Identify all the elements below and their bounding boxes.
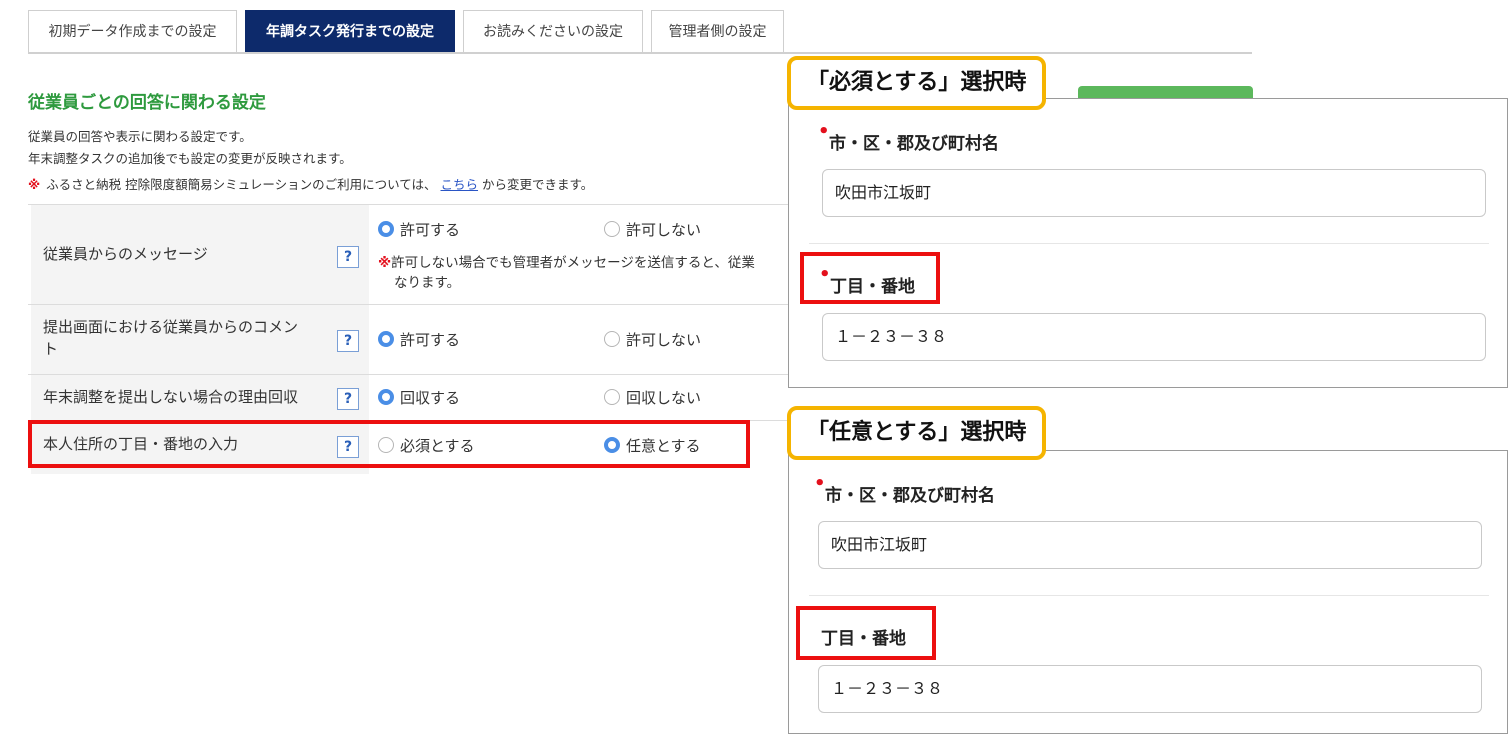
city-label: • 市・区・郡及び町村名 — [818, 121, 999, 154]
help-icon[interactable]: ? — [337, 388, 359, 410]
divider — [809, 595, 1489, 596]
setting-label-cell: 年末調整を提出しない場合の理由回収 ? — [31, 375, 369, 420]
radio-collect-reason[interactable]: 回収する — [378, 387, 460, 408]
setting-label: 年末調整を提出しない場合の理由回収 — [43, 388, 299, 406]
radio-allow-message[interactable]: 許可する — [378, 219, 460, 240]
radio-label: 回収しない — [626, 389, 702, 407]
radio-unchecked-icon[interactable] — [604, 221, 620, 237]
tab-please-read[interactable]: お読みくださいの設定 — [463, 10, 643, 52]
notice-text-before: ふるさと納税 控除限度額簡易シミュレーションのご利用については、 — [46, 177, 437, 192]
radio-not-collect-reason[interactable]: 回収しない — [604, 387, 701, 408]
setting-label-line-1: 提出画面における従業員からのコメン — [43, 318, 299, 336]
block-input[interactable]: １－２３－３８ — [822, 313, 1486, 361]
required-dot-icon: • — [814, 473, 826, 494]
tab-year-end-task[interactable]: 年調タスク発行までの設定 — [245, 10, 455, 52]
notice-link[interactable]: こちら — [441, 177, 479, 192]
city-label-text: 市・区・郡及び町村名 — [825, 486, 995, 506]
setting-label: 提出画面における従業員からのコメン ト — [43, 316, 298, 360]
section-description-2: 年末調整タスクの追加後でも設定の変更が反映されます。 — [28, 151, 352, 166]
help-icon[interactable]: ? — [337, 330, 359, 352]
highlight-block-label-optional — [796, 606, 936, 660]
setting-row-reason: 年末調整を提出しない場合の理由回収 ? 回収する 回収しない — [28, 374, 808, 420]
radio-checked-icon[interactable] — [378, 221, 394, 237]
radio-label: 許可する — [400, 331, 461, 349]
required-dot-icon: • — [818, 121, 830, 142]
radio-checked-icon[interactable] — [378, 389, 394, 405]
city-input[interactable]: 吹田市江坂町 — [822, 169, 1486, 217]
callout-required: 「必須とする」選択時 — [787, 56, 1047, 110]
help-icon[interactable]: ? — [337, 246, 359, 268]
city-label: • 市・区・郡及び町村名 — [814, 473, 995, 506]
notice-mark: ※ — [28, 177, 41, 192]
block-input[interactable]: １－２３－３８ — [818, 665, 1482, 713]
city-input[interactable]: 吹田市江坂町 — [818, 521, 1482, 569]
city-label-text: 市・区・郡及び町村名 — [829, 134, 999, 154]
setting-row-comment: 提出画面における従業員からのコメン ト ? 許可する 許可しない — [28, 304, 808, 374]
radio-label: 許可する — [400, 221, 461, 239]
setting-label-line-2: ト — [43, 340, 59, 358]
radio-checked-icon[interactable] — [378, 331, 394, 347]
radio-label: 許可しない — [626, 221, 702, 239]
setting-row-message: 従業員からのメッセージ ? 許可する 許可しない ※許可しない場合でも管理者がメ… — [28, 204, 808, 304]
notice-text-after: から変更できます。 — [482, 177, 594, 192]
radio-label: 許可しない — [626, 331, 702, 349]
section-title: 従業員ごとの回答に関わる設定 — [28, 93, 266, 113]
note-line-2: なります。 — [394, 275, 461, 291]
setting-label: 従業員からのメッセージ — [43, 245, 208, 263]
note-mark: ※ — [378, 255, 392, 271]
message-note: ※許可しない場合でも管理者がメッセージを送信すると、従業 なります。 — [378, 253, 755, 293]
preview-panel-optional: • 市・区・郡及び町村名 吹田市江坂町 丁目・番地 １－２３－３８ — [788, 450, 1508, 734]
radio-deny-message[interactable]: 許可しない — [604, 219, 701, 240]
settings-tabs: 初期データ作成までの設定 年調タスク発行までの設定 お読みくださいの設定 管理者… — [28, 10, 1252, 54]
radio-label: 回収する — [400, 389, 461, 407]
radio-deny-comment[interactable]: 許可しない — [604, 329, 701, 350]
section-description-1: 従業員の回答や表示に関わる設定です。 — [28, 129, 252, 144]
radio-unchecked-icon[interactable] — [604, 331, 620, 347]
setting-label-cell: 従業員からのメッセージ ? — [31, 205, 369, 304]
tab-initial-data[interactable]: 初期データ作成までの設定 — [28, 10, 237, 52]
callout-optional: 「任意とする」選択時 — [787, 406, 1047, 460]
note-line-1: 許可しない場合でも管理者がメッセージを送信すると、従業 — [391, 255, 755, 271]
highlight-address-setting — [28, 420, 750, 468]
radio-unchecked-icon[interactable] — [604, 389, 620, 405]
highlight-block-label-required — [800, 252, 940, 304]
radio-allow-comment[interactable]: 許可する — [378, 329, 460, 350]
preview-panel-required: • 市・区・郡及び町村名 吹田市江坂町 • 丁目・番地 １－２３－３８ — [788, 98, 1508, 388]
furusato-notice: ※ ふるさと納税 控除限度額簡易シミュレーションのご利用については、 こちら から変更… — [28, 174, 593, 193]
setting-label-cell: 提出画面における従業員からのコメン ト ? — [31, 305, 369, 374]
tab-admin[interactable]: 管理者側の設定 — [651, 10, 784, 52]
divider — [809, 243, 1489, 244]
